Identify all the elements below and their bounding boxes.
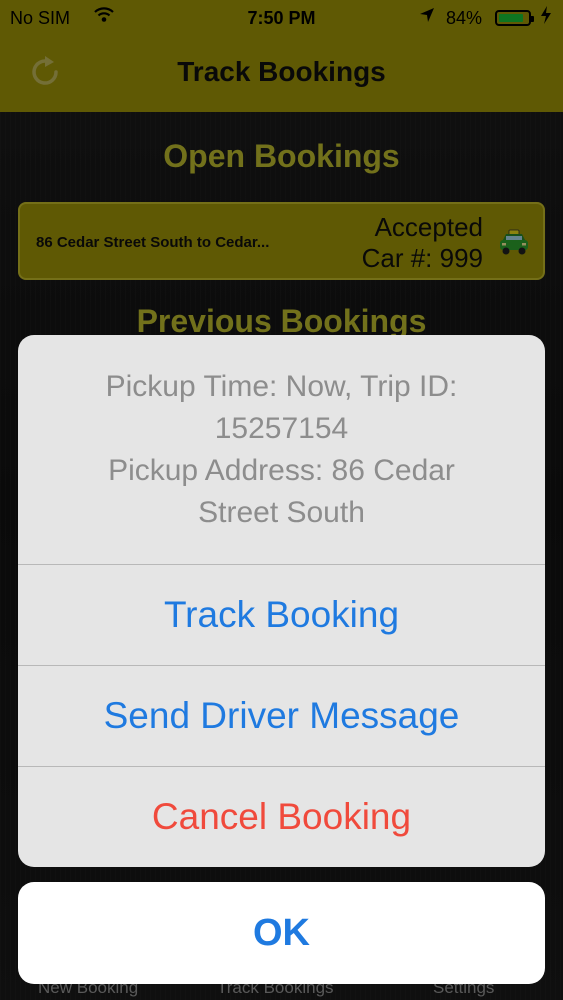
send-driver-message-button[interactable]: Send Driver Message <box>18 665 545 766</box>
message-line: Pickup Address: 86 Cedar <box>108 453 455 487</box>
action-sheet: Pickup Time: Now, Trip ID: 15257154 Pick… <box>18 335 545 867</box>
action-sheet-message: Pickup Time: Now, Trip ID: 15257154 Pick… <box>18 335 545 564</box>
track-booking-button[interactable]: Track Booking <box>18 564 545 665</box>
message-line: 15257154 <box>214 411 349 445</box>
ok-button[interactable]: OK <box>18 882 545 984</box>
message-line: Street South <box>198 495 365 529</box>
message-line: Pickup Time: Now, Trip ID: <box>105 369 458 403</box>
cancel-booking-button[interactable]: Cancel Booking <box>18 766 545 867</box>
